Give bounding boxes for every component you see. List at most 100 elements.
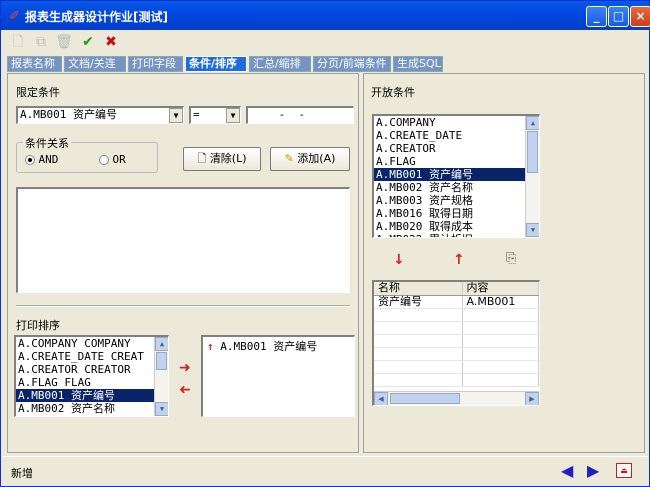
clear-grid-icon[interactable]: ⎘ (506, 251, 516, 266)
table-cell[interactable] (462, 347, 539, 361)
open-conditions-label: 开放条件 (371, 86, 415, 99)
close-button[interactable]: × (630, 6, 650, 27)
table-cell[interactable]: 资产编号 (374, 295, 463, 309)
field-combo[interactable]: A.MB001 资产编号 ▼ (16, 106, 184, 124)
table-row[interactable] (374, 373, 539, 387)
table-row[interactable] (374, 308, 539, 322)
table-cell[interactable] (374, 360, 463, 374)
table-cell[interactable] (462, 373, 539, 387)
horizontal-scrollbar[interactable]: ◀ ▶ (374, 391, 539, 405)
chevron-down-icon[interactable]: ▼ (169, 108, 183, 123)
list-item[interactable]: A.CREATOR (374, 142, 539, 155)
scroll-thumb[interactable] (156, 352, 167, 370)
prev-arrow-icon[interactable]: ◀ (561, 461, 573, 480)
list-item[interactable]: A.MB001 资产编号 (374, 168, 539, 181)
copy-icon[interactable]: ⧉ (32, 33, 50, 51)
move-left-arrow-icon[interactable]: ➜ (179, 382, 191, 398)
clear-button[interactable]: 🗋 清除(L) (183, 147, 261, 171)
move-up-arrow-icon[interactable]: ↑ (453, 252, 465, 268)
x-icon[interactable]: ✖ (102, 33, 120, 51)
new-doc-icon[interactable]: 🗋 (9, 33, 27, 51)
list-item[interactable]: A.MB020 取得成本 (374, 220, 539, 233)
list-item[interactable]: A.CREATOR CREATOR (16, 363, 168, 376)
move-down-arrow-icon[interactable]: ↓ (393, 252, 405, 268)
tab-conditions-sort[interactable]: 条件/排序 (185, 56, 247, 72)
window-title: 报表生成器设计作业[测试] (25, 10, 168, 24)
sort-asc-icon: ↑ (207, 340, 221, 353)
maximize-button[interactable]: □ (608, 6, 629, 27)
next-arrow-icon[interactable]: ▶ (587, 461, 599, 480)
scroll-right-icon[interactable]: ▶ (525, 392, 539, 405)
tab-report-name[interactable]: 报表名称 (7, 56, 62, 72)
operator-combo[interactable]: = ▼ (189, 106, 241, 124)
or-label: OR (112, 153, 126, 166)
list-item[interactable]: A.FLAG (374, 155, 539, 168)
table-row[interactable] (374, 321, 539, 335)
table-cell[interactable] (462, 334, 539, 348)
move-right-arrow-icon[interactable]: ➜ (179, 360, 191, 376)
divider (16, 305, 350, 307)
list-item[interactable]: A.MB016 取得日期 (374, 207, 539, 220)
open-fields-list[interactable]: A.COMPANY A.CREATE_DATE A.CREATOR A.FLAG A.M… (372, 114, 540, 238)
open-conditions-grid[interactable]: 名称 内容 资产编号 A.MB001 ◀ ▶ (372, 280, 540, 406)
sort-chosen-list[interactable]: ↑ A.MB001 资产编号 (201, 335, 355, 417)
list-item[interactable]: ↑ A.MB001 资产编号 (205, 340, 352, 353)
tab-paging[interactable]: 分页/前端条件 (313, 56, 391, 72)
scroll-up-icon[interactable]: ▲ (155, 337, 168, 351)
sort-available-list[interactable]: A.COMPANY COMPANY A.CREATE_DATE CREAT A.CR… (14, 335, 169, 417)
tab-print-fields[interactable]: 打印字段 (128, 56, 183, 72)
sort-available-items: A.COMPANY COMPANY A.CREATE_DATE CREAT A.CR… (16, 337, 168, 415)
exit-icon[interactable]: ⏏ (616, 463, 632, 478)
add-button[interactable]: ✎ 添加(A) (270, 147, 350, 171)
vertical-scrollbar[interactable]: ▲ ▼ (525, 116, 539, 237)
or-radio[interactable]: OR (99, 153, 126, 166)
table-row[interactable] (374, 360, 539, 374)
scroll-down-icon[interactable]: ▼ (155, 402, 168, 416)
table-cell[interactable] (374, 308, 463, 322)
scroll-left-icon[interactable]: ◀ (374, 392, 388, 405)
value-input[interactable]: - - (246, 106, 354, 124)
header-content: 内容 (462, 282, 539, 296)
tab-summary[interactable]: 汇总/缩排 (249, 56, 311, 72)
list-item[interactable]: A.MB001 资产编号 (16, 389, 168, 402)
list-item[interactable]: A.MB003 资产规格 (374, 194, 539, 207)
tab-bar: 报表名称 文档/关连 打印字段 条件/排序 汇总/缩排 分页/前端条件 生成SQ… (7, 56, 647, 73)
table-cell[interactable] (374, 321, 463, 335)
list-item[interactable]: A.CREATE_DATE (374, 129, 539, 142)
list-item[interactable]: A.COMPANY (374, 116, 539, 129)
list-item[interactable]: A.MB022 累计折旧 (374, 233, 539, 237)
list-item[interactable]: A.FLAG FLAG (16, 376, 168, 389)
and-radio[interactable]: AND (25, 153, 58, 166)
list-item[interactable]: A.CREATE_DATE CREAT (16, 350, 168, 363)
vertical-scrollbar[interactable]: ▲ ▼ (154, 337, 168, 416)
check-icon[interactable]: ✔ (79, 33, 97, 51)
scroll-down-icon[interactable]: ▼ (526, 223, 539, 237)
scroll-up-icon[interactable]: ▲ (526, 116, 539, 130)
add-label: 添加(A) (297, 152, 336, 165)
conditions-table: 名称 内容 资产编号 A.MB001 (374, 282, 539, 387)
table-cell[interactable]: A.MB001 (462, 295, 539, 309)
minimize-button[interactable]: _ (586, 6, 607, 27)
table-cell[interactable] (374, 373, 463, 387)
main-window: ✐ 报表生成器设计作业[测试] _ □ × 🗋 ⧉ 🗑 ✔ ✖ 报表名称 文档/… (0, 0, 650, 487)
scroll-thumb[interactable] (527, 131, 538, 173)
list-item[interactable]: A.MB002 资产名称 (374, 181, 539, 194)
table-cell[interactable] (462, 360, 539, 374)
tab-docs-links[interactable]: 文档/关连 (64, 56, 126, 72)
list-item[interactable]: A.COMPANY COMPANY (16, 337, 168, 350)
tab-generate-sql[interactable]: 生成SQL (393, 56, 443, 72)
relation-group: 条件关系 AND OR (16, 135, 158, 173)
table-cell[interactable] (462, 308, 539, 322)
table-row[interactable] (374, 334, 539, 348)
table-cell[interactable] (374, 347, 463, 361)
hscroll-thumb[interactable] (390, 393, 460, 404)
list-item[interactable]: A.MB002 资产名称 (16, 402, 168, 415)
chevron-down-icon[interactable]: ▼ (226, 108, 240, 123)
header-name: 名称 (374, 282, 463, 296)
trash-icon[interactable]: 🗑 (55, 33, 73, 51)
table-row[interactable]: 资产编号 A.MB001 (374, 295, 539, 309)
table-cell[interactable] (462, 321, 539, 335)
expression-box[interactable] (16, 187, 350, 293)
table-cell[interactable] (374, 334, 463, 348)
table-row[interactable] (374, 347, 539, 361)
